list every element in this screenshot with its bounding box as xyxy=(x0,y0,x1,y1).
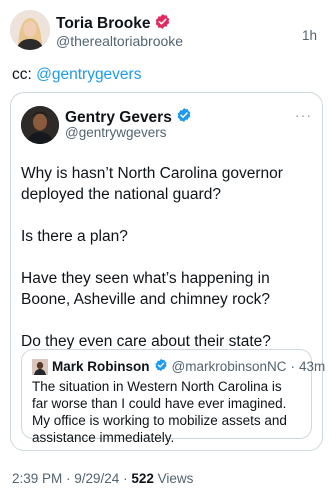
tweet-timestamp[interactable]: 2:39 PM · 9/29/24 · xyxy=(12,471,131,486)
tweet-footer: 2:39 PM · 9/29/24 · 522 Views xyxy=(12,471,193,486)
nested-avatar[interactable] xyxy=(32,358,48,375)
outer-avatar[interactable] xyxy=(10,10,50,50)
outer-display-name[interactable]: Toria Brooke xyxy=(56,15,150,33)
verified-badge-blue-icon xyxy=(176,107,192,128)
quoted-tweet-text: Why is hasn’t North Carolina governor de… xyxy=(21,163,311,373)
cc-mention-link[interactable]: @gentrygevers xyxy=(36,66,141,83)
more-dots-icon[interactable]: ··· xyxy=(295,107,312,123)
views-count: 522 xyxy=(131,471,154,486)
quoted-display-name[interactable]: Gentry Gevers xyxy=(65,109,172,127)
outer-name-row: Toria Brooke xyxy=(56,13,171,35)
tweet-paragraph: Have they seen what’s happening in Boone… xyxy=(21,270,271,308)
nested-time[interactable]: 43m xyxy=(299,359,325,374)
verified-badge-pink-icon xyxy=(154,13,171,35)
quoted-avatar[interactable] xyxy=(21,106,59,144)
nested-quote-header: Mark Robinson @markrobinsonNC · 43m xyxy=(32,358,325,375)
tweet-paragraph: Is there a plan? xyxy=(21,228,128,245)
cc-line: cc: @gentrygevers xyxy=(12,66,141,84)
outer-handle[interactable]: @therealtoriabrooke xyxy=(56,33,183,49)
cc-prefix: cc: xyxy=(12,66,37,83)
quoted-handle[interactable]: @gentrywgevers xyxy=(65,125,167,140)
nested-display-name[interactable]: Mark Robinson xyxy=(52,359,150,374)
outer-tweet-header: Toria Brooke @therealtoriabrooke 1h xyxy=(10,10,321,54)
nested-separator: · xyxy=(290,359,296,374)
nested-tweet-text: The situation in Western North Carolina … xyxy=(32,379,287,445)
outer-time[interactable]: 1h xyxy=(302,28,317,43)
nested-quote-card[interactable]: Mark Robinson @markrobinsonNC · 43m The … xyxy=(21,349,325,445)
tweet-paragraph: Why is hasn’t North Carolina governor de… xyxy=(21,165,283,203)
views-label: Views xyxy=(153,471,194,486)
verified-badge-blue-icon xyxy=(154,358,168,375)
quoted-tweet-card[interactable]: Gentry Gevers @gentrywgevers ··· Why is … xyxy=(10,92,325,451)
nested-handle[interactable]: @markrobinsonNC xyxy=(172,359,287,374)
